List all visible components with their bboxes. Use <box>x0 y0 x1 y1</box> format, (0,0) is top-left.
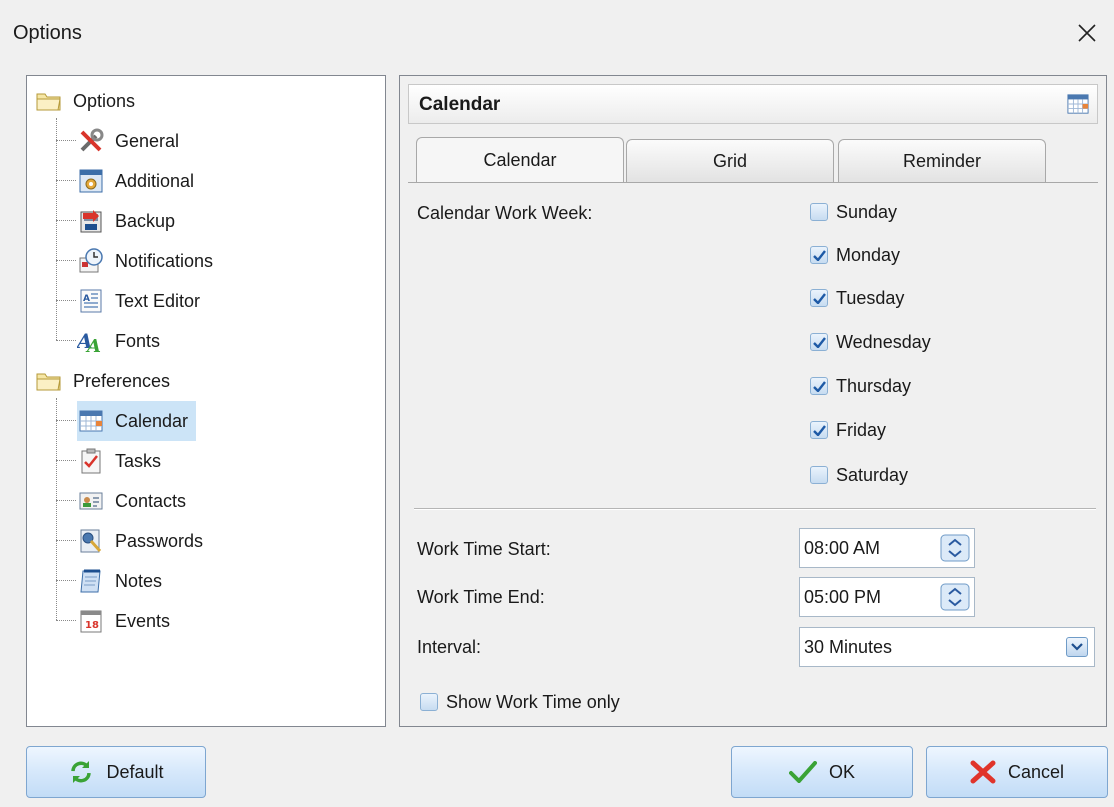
checkmark-icon <box>788 761 817 783</box>
checkbox-box[interactable] <box>810 289 828 307</box>
checkmark-icon <box>812 292 826 304</box>
checkbox-friday[interactable]: Friday <box>810 417 886 443</box>
tree-item-additional[interactable]: Additional <box>77 161 194 201</box>
checkbox-box[interactable] <box>810 421 828 439</box>
time-spin-icon[interactable] <box>940 583 970 616</box>
checkbox-box[interactable] <box>810 333 828 351</box>
tree-item-tasks[interactable]: Tasks <box>77 441 161 481</box>
tab-calendar[interactable]: Calendar <box>416 137 624 183</box>
fonts-icon: AA <box>77 327 105 355</box>
tab-strip-border <box>408 182 1098 183</box>
options-tree: Options General Additional Backup Notifi… <box>26 75 386 727</box>
tree-item-passwords[interactable]: Passwords <box>77 521 203 561</box>
tree-item-notes[interactable]: Notes <box>77 561 162 601</box>
work-week-label: Calendar Work Week: <box>417 203 593 223</box>
work-time-start-label: Work Time Start: <box>417 539 551 559</box>
interval-select[interactable]: 30 Minutes <box>799 627 1095 667</box>
checkbox-box[interactable] <box>810 377 828 395</box>
title-bar: Options <box>0 0 1114 64</box>
close-button[interactable] <box>1060 10 1114 56</box>
password-key-icon <box>77 527 105 555</box>
tab-reminder[interactable]: Reminder <box>838 139 1046 183</box>
checkbox-monday[interactable]: Monday <box>810 242 900 268</box>
checkbox-saturday[interactable]: Saturday <box>810 462 908 488</box>
tree-item-contacts[interactable]: Contacts <box>77 481 186 521</box>
checkbox-box[interactable] <box>810 203 828 221</box>
folder-icon <box>35 367 63 395</box>
tab-grid[interactable]: Grid <box>626 139 834 183</box>
work-time-end-field[interactable]: 05:00 PM <box>799 577 975 617</box>
cancel-button[interactable]: Cancel <box>926 746 1108 798</box>
default-button[interactable]: Default <box>26 746 206 798</box>
tools-icon <box>77 127 105 155</box>
checkbox-box[interactable] <box>420 693 438 711</box>
notification-clock-icon <box>77 247 105 275</box>
panel-title: Calendar <box>419 94 501 115</box>
time-spin-icon[interactable] <box>940 534 970 567</box>
tree-item-backup[interactable]: Backup <box>77 201 175 241</box>
work-time-start-field[interactable]: 08:00 AM <box>799 528 975 568</box>
work-time-end-label: Work Time End: <box>417 587 545 607</box>
refresh-icon <box>68 759 94 785</box>
checkmark-icon <box>812 336 826 348</box>
cancel-x-icon <box>970 760 996 784</box>
backup-icon <box>77 207 105 235</box>
checkbox-show-work-time-only[interactable]: Show Work Time only <box>420 689 620 715</box>
tree-item-notifications[interactable]: Notifications <box>77 241 213 281</box>
tree-group-options[interactable]: Options <box>35 81 135 121</box>
checkbox-sunday[interactable]: Sunday <box>810 199 897 225</box>
tree-item-calendar[interactable]: Calendar <box>77 401 197 441</box>
svg-text:18: 18 <box>85 620 99 631</box>
tree-item-events[interactable]: 18 Events <box>77 601 170 641</box>
tasks-checklist-icon <box>77 447 105 475</box>
section-divider <box>414 508 1096 510</box>
checkbox-wednesday[interactable]: Wednesday <box>810 329 931 355</box>
panel-header: Calendar <box>408 84 1098 124</box>
interval-label: Interval: <box>417 637 482 657</box>
checkbox-box[interactable] <box>810 466 828 484</box>
close-icon <box>1078 24 1096 42</box>
calendar-icon <box>1067 93 1089 120</box>
checkmark-icon <box>812 380 826 392</box>
gear-window-icon <box>77 167 105 195</box>
tree-item-general[interactable]: General <box>77 121 179 161</box>
svg-text:A: A <box>85 336 101 354</box>
event-date-icon: 18 <box>77 607 105 635</box>
calendar-icon <box>77 407 105 435</box>
contact-card-icon <box>77 487 105 515</box>
folder-icon <box>35 87 63 115</box>
tree-item-fonts[interactable]: AA Fonts <box>77 321 160 361</box>
text-editor-icon: A <box>77 287 105 315</box>
ok-button[interactable]: OK <box>731 746 913 798</box>
notepad-icon <box>77 567 105 595</box>
calendar-settings-panel: Calendar Calendar Grid Reminder Calendar… <box>399 75 1107 727</box>
tree-group-preferences[interactable]: Preferences <box>35 361 170 401</box>
checkmark-icon <box>812 424 826 436</box>
checkbox-tuesday[interactable]: Tuesday <box>810 285 904 311</box>
tree-item-text-editor[interactable]: A Text Editor <box>77 281 200 321</box>
window-title: Options <box>13 22 82 44</box>
checkbox-thursday[interactable]: Thursday <box>810 373 911 399</box>
checkbox-box[interactable] <box>810 246 828 264</box>
chevron-down-icon[interactable] <box>1066 637 1088 657</box>
checkmark-icon <box>812 249 826 261</box>
